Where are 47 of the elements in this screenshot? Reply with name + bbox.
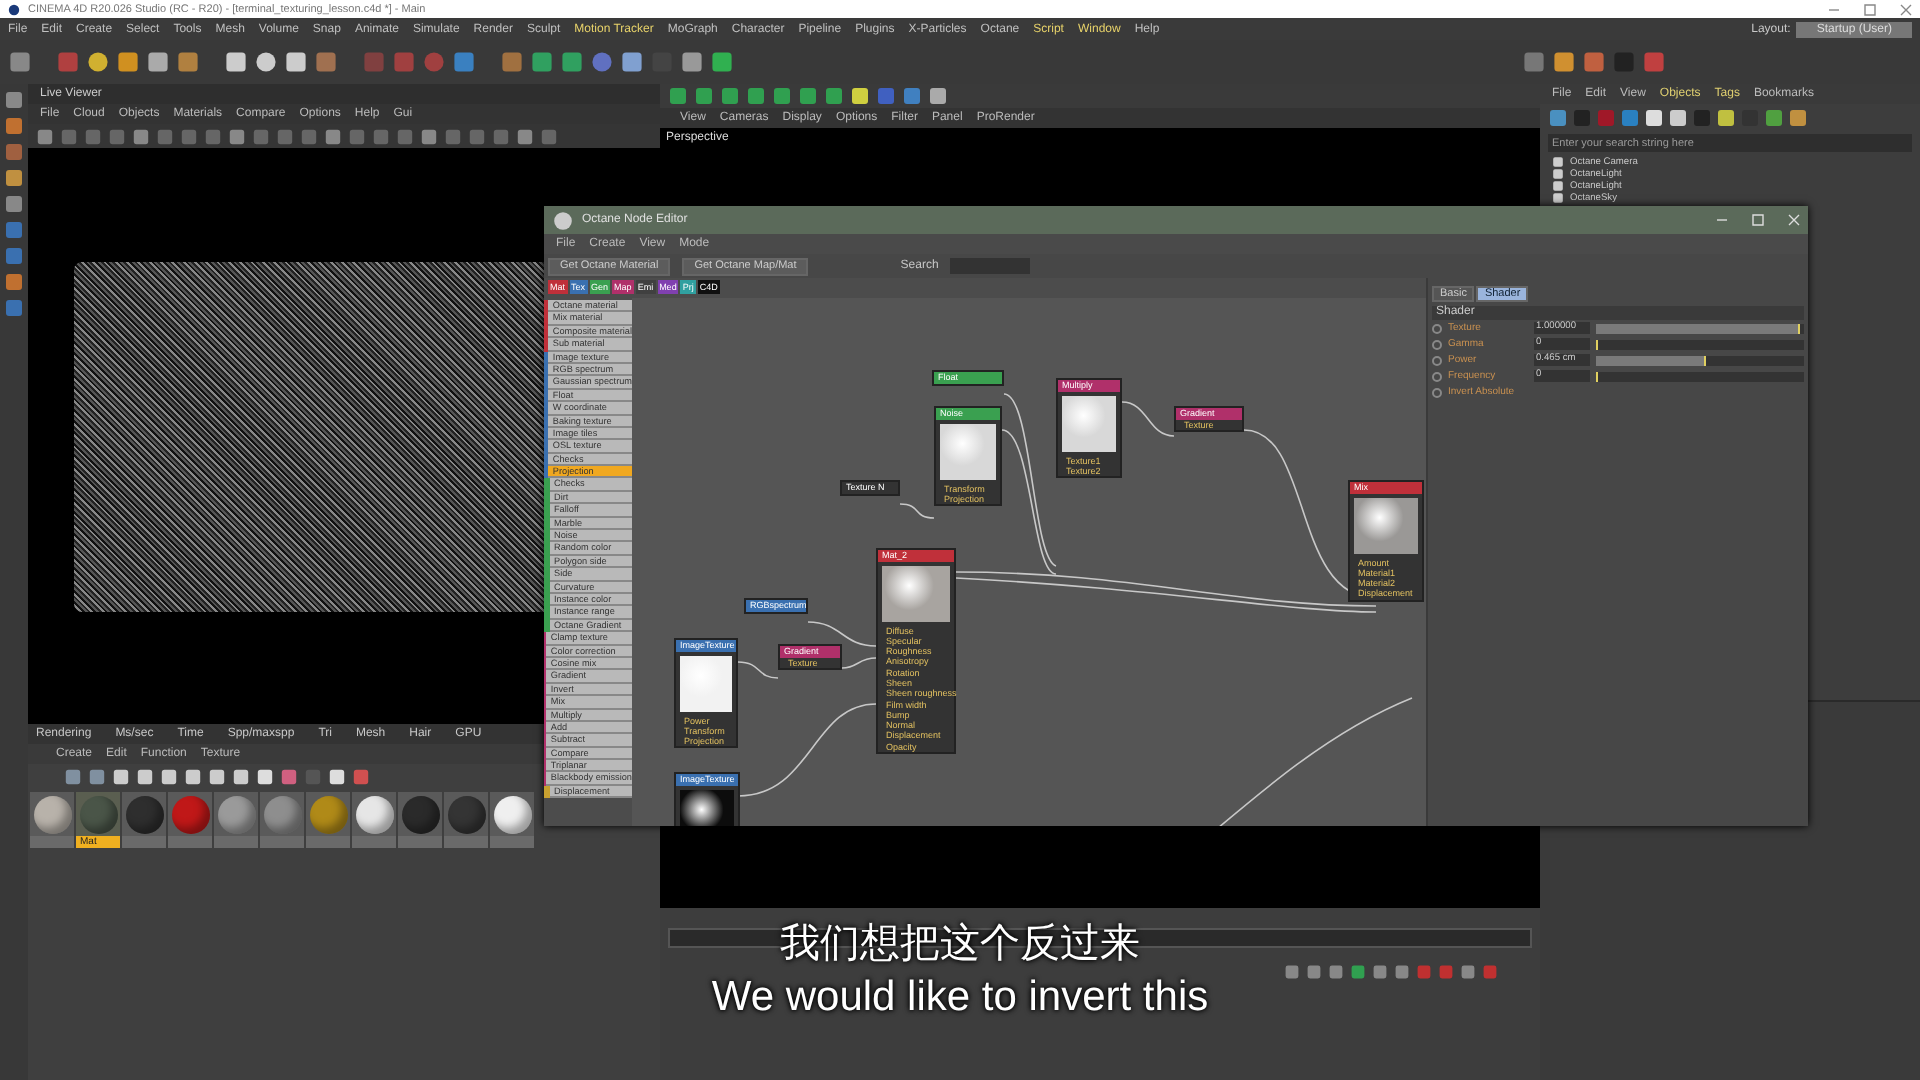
close-icon[interactable] xyxy=(1900,3,1912,15)
node-wire xyxy=(807,621,877,647)
material-swatch[interactable] xyxy=(30,792,74,848)
subtitle-text: We would like to invert this xyxy=(711,974,1209,1022)
material-swatch[interactable] xyxy=(214,792,258,848)
material-swatch[interactable] xyxy=(306,792,350,848)
material-swatch[interactable] xyxy=(168,792,212,848)
tool-icon[interactable] xyxy=(146,50,170,74)
tool-icon[interactable] xyxy=(560,50,584,74)
material-swatch[interactable] xyxy=(352,792,396,848)
texture-preview xyxy=(1062,395,1116,451)
app-logo-icon xyxy=(8,3,20,15)
node-wire xyxy=(737,703,877,797)
tool-icon[interactable] xyxy=(1552,50,1576,74)
node-wire xyxy=(841,657,877,669)
material-swatch[interactable] xyxy=(122,792,166,848)
tool-icon[interactable] xyxy=(530,50,554,74)
slider-track[interactable] xyxy=(1596,371,1804,382)
slider-track[interactable] xyxy=(1596,355,1804,366)
texture-preview xyxy=(940,423,996,479)
minimize-icon[interactable] xyxy=(1828,3,1840,15)
tool-icon[interactable] xyxy=(116,50,140,74)
tool-icon[interactable] xyxy=(86,50,110,74)
node-wire xyxy=(899,503,935,519)
node-wire xyxy=(737,661,779,679)
tool-icon[interactable] xyxy=(254,50,278,74)
tool-icon[interactable] xyxy=(620,50,644,74)
slider-track[interactable] xyxy=(1596,339,1804,350)
tool-icon[interactable] xyxy=(680,50,704,74)
tool-icon[interactable] xyxy=(8,50,32,74)
texture-preview xyxy=(882,565,950,621)
node-wire xyxy=(1121,401,1175,437)
checkbox[interactable] xyxy=(1432,387,1442,398)
maximize-icon[interactable] xyxy=(1864,3,1876,15)
subtitle-text: 我们想把这个反过来 xyxy=(780,916,1140,970)
texture-preview xyxy=(1354,497,1418,553)
tool-icon[interactable] xyxy=(710,50,734,74)
tool-icon[interactable] xyxy=(176,50,200,74)
tool-icon[interactable] xyxy=(224,50,248,74)
material-swatch[interactable] xyxy=(444,792,488,848)
texture-preview xyxy=(680,655,732,711)
material-swatch[interactable] xyxy=(490,792,534,848)
material-swatch[interactable] xyxy=(260,792,304,848)
app-logo-icon[interactable] xyxy=(552,209,574,231)
tool-icon[interactable] xyxy=(284,50,308,74)
material-swatch[interactable] xyxy=(398,792,442,848)
minimize-icon[interactable] xyxy=(1716,214,1728,226)
